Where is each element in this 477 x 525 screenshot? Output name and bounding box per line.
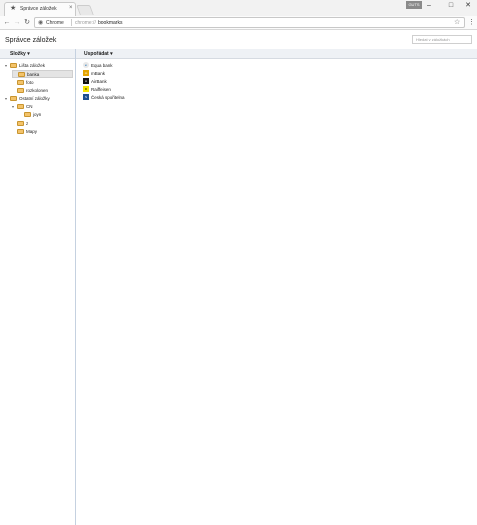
- reload-button[interactable]: ↻: [22, 18, 32, 28]
- tab-bookmark-manager[interactable]: ★ Správce záložek ×: [4, 2, 76, 16]
- star-icon: ★: [10, 5, 17, 12]
- tree-item-mapy[interactable]: Mapy: [12, 128, 73, 136]
- tree-item-label: foto: [26, 80, 34, 85]
- bookmark-label: Equa bank: [91, 63, 113, 68]
- tree-item-label: Ostatní záložky: [19, 96, 50, 101]
- page-title: Správce záložek: [5, 37, 57, 44]
- folder-icon: [17, 88, 24, 93]
- bookmark-label: AirBank: [91, 79, 107, 84]
- expand-arrow-icon[interactable]: ▾: [5, 63, 7, 68]
- forward-button[interactable]: →: [12, 18, 22, 28]
- back-button[interactable]: ←: [2, 18, 12, 28]
- address-bar[interactable]: ◉ Chrome chrome:// bookmarks ☆: [34, 17, 465, 28]
- page-info-icon[interactable]: ◉: [38, 19, 43, 27]
- tree-item-cn[interactable]: ▾ CN: [12, 103, 73, 111]
- security-chip: Chrome: [46, 20, 64, 26]
- pane-divider[interactable]: [75, 49, 76, 525]
- raiffeisen-icon: R: [83, 86, 89, 92]
- folder-icon: [17, 121, 24, 126]
- maximize-button[interactable]: □: [445, 1, 457, 11]
- close-tab-icon[interactable]: ×: [69, 5, 73, 11]
- folder-icon: [18, 72, 25, 77]
- folder-icon: [10, 63, 17, 68]
- url-path: bookmarks: [98, 20, 123, 26]
- tree-item-other-bookmarks[interactable]: ▾ Ostatní záložky: [5, 95, 73, 103]
- search-input[interactable]: Hledat v záložkách: [412, 35, 472, 44]
- bookmark-label: Česká spořitelna: [91, 95, 125, 100]
- tree-item-label: z: [26, 121, 29, 126]
- tree-item-label: banka: [27, 72, 40, 77]
- browser-toolbar: ← → ↻ ◉ Chrome chrome:// bookmarks ☆ ⋮: [0, 16, 477, 30]
- tree-item-bookmarks-bar[interactable]: ▾ Lišta záložek: [5, 62, 73, 70]
- tree-item-banka[interactable]: banka: [12, 70, 73, 78]
- tree-item-label: CN: [26, 104, 33, 109]
- close-window-button[interactable]: ✕: [462, 1, 474, 11]
- chrome-menu-icon[interactable]: ⋮: [468, 18, 475, 28]
- mbank-icon: m: [83, 70, 89, 76]
- tree-item-z[interactable]: z: [12, 120, 73, 128]
- equa-bank-icon: e: [83, 62, 89, 68]
- user-profile-badge[interactable]: GUTS: [406, 1, 422, 9]
- tree-item-foto[interactable]: foto: [12, 79, 73, 87]
- tab-title: Správce záložek: [20, 6, 57, 12]
- folder-icon: [17, 129, 24, 134]
- airbank-icon: A: [83, 78, 89, 84]
- organize-menu[interactable]: Uspořádat ▾: [84, 51, 113, 57]
- bookmark-label: mBank: [91, 71, 106, 76]
- app-header: Správce záložek Hledat v záložkách: [0, 30, 477, 49]
- folder-icon: [17, 104, 24, 109]
- bookmark-star-icon[interactable]: ☆: [454, 18, 460, 27]
- title-bar: ★ Správce záložek × GUTS – □ ✕: [0, 0, 477, 16]
- folders-menu[interactable]: Složky ▾: [10, 51, 30, 57]
- expand-arrow-icon[interactable]: ▾: [12, 104, 14, 109]
- tree-item-label: Lišta záložek: [19, 63, 46, 68]
- omnibox-separator: [71, 19, 72, 26]
- ceska-sporitelna-icon: S: [83, 94, 89, 100]
- expand-arrow-icon[interactable]: ▾: [5, 96, 7, 101]
- folder-icon: [17, 80, 24, 85]
- folder-icon: [24, 112, 31, 117]
- bookmark-label: Raiffeisen: [91, 87, 111, 92]
- column-header-bar: Složky ▾ Uspořádat ▾: [0, 49, 477, 59]
- tree-item-label: joyn: [33, 112, 42, 117]
- tree-item-joyn[interactable]: joyn: [19, 111, 73, 119]
- tree-item-label: rozkolonen: [26, 88, 49, 93]
- tree-item-label: Mapy: [26, 129, 38, 134]
- new-tab-button[interactable]: [76, 5, 94, 15]
- folder-icon: [10, 96, 17, 101]
- url-scheme: chrome://: [75, 20, 96, 26]
- tree-item-rozkolonen[interactable]: rozkolonen: [12, 87, 73, 95]
- minimize-button[interactable]: –: [423, 1, 435, 11]
